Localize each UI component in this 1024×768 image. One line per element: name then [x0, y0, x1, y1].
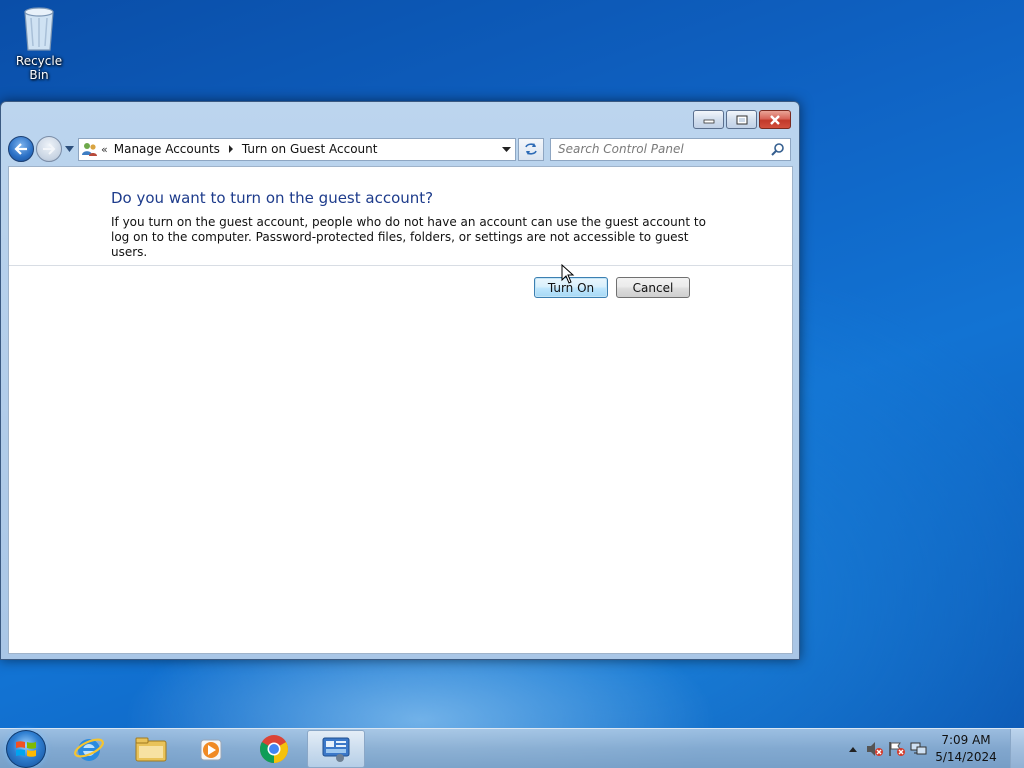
flag-error-icon [889, 742, 905, 756]
page-title: Do you want to turn on the guest account… [111, 189, 434, 207]
minimize-icon [703, 119, 714, 123]
navigation-bar: « Manage Accounts Turn on Guest Account [8, 134, 792, 164]
clock-time: 7:09 AM [941, 733, 991, 747]
search-box[interactable] [550, 137, 791, 161]
desktop-icon-recycle-bin[interactable]: Recycle Bin [6, 4, 72, 82]
control-panel-icon [322, 737, 350, 762]
clock-date: 5/14/2024 [935, 750, 997, 764]
taskbar-control-panel[interactable] [307, 730, 365, 768]
chevron-down-icon [501, 146, 511, 152]
taskbar: 7:09 AM 5/14/2024 [0, 728, 1024, 768]
windows-explorer-icon [135, 737, 167, 762]
start-button[interactable] [6, 730, 46, 768]
tray-network[interactable] [908, 739, 930, 759]
restore-icon [736, 115, 747, 124]
recent-pages-button[interactable] [62, 136, 76, 162]
close-button[interactable] [759, 110, 791, 129]
refresh-icon [525, 143, 537, 155]
breadcrumb-separator-icon[interactable] [228, 145, 233, 153]
taskbar-windows-media-player[interactable] [183, 730, 241, 768]
recycle-bin-icon [24, 7, 54, 51]
search-input[interactable] [551, 139, 761, 159]
chevron-down-icon [64, 146, 74, 152]
divider [9, 265, 792, 266]
cancel-button[interactable]: Cancel [616, 277, 690, 298]
system-tray: 7:09 AM 5/14/2024 [842, 729, 1024, 768]
breadcrumb-turn-on-guest-account[interactable]: Turn on Guest Account [242, 142, 378, 156]
breadcrumb-manage-accounts[interactable]: Manage Accounts [114, 142, 220, 156]
address-bar[interactable]: « Manage Accounts Turn on Guest Account [78, 137, 516, 161]
restore-button[interactable] [726, 110, 757, 129]
taskbar-clock[interactable]: 7:09 AM 5/14/2024 [930, 732, 1002, 766]
back-arrow-icon [14, 143, 27, 155]
breadcrumb-overflow-chevron[interactable]: « [101, 143, 108, 156]
back-button[interactable] [8, 136, 34, 162]
forward-arrow-icon [43, 143, 56, 155]
close-icon [770, 114, 780, 125]
network-icon [910, 742, 927, 755]
guest-account-description: If you turn on the guest account, people… [111, 215, 706, 259]
control-panel-window: « Manage Accounts Turn on Guest Account [0, 101, 800, 660]
caption-buttons [693, 110, 791, 129]
tray-action-center[interactable] [886, 739, 908, 759]
internet-explorer-icon [74, 738, 104, 761]
user-accounts-icon [79, 139, 101, 160]
chevron-up-icon [849, 747, 857, 752]
refresh-button[interactable] [518, 137, 544, 161]
address-dropdown-button[interactable] [497, 139, 515, 160]
minimize-button[interactable] [693, 110, 724, 129]
taskbar-internet-explorer[interactable] [60, 730, 118, 768]
recycle-bin-label: Recycle Bin [15, 54, 63, 82]
show-hidden-icons-button[interactable] [842, 739, 864, 759]
chrome-icon [260, 735, 288, 763]
taskbar-windows-explorer[interactable] [122, 730, 180, 768]
content-pane: Do you want to turn on the guest account… [8, 166, 793, 654]
tray-volume-muted[interactable] [864, 739, 886, 759]
search-icon[interactable] [770, 142, 785, 157]
windows-media-player-icon [200, 739, 222, 761]
mouse-cursor-icon [561, 264, 575, 284]
speaker-muted-icon [867, 742, 883, 756]
show-desktop-button[interactable] [1010, 729, 1024, 768]
forward-button[interactable] [36, 136, 62, 162]
taskbar-google-chrome[interactable] [245, 730, 303, 768]
windows-start-icon [16, 741, 36, 757]
